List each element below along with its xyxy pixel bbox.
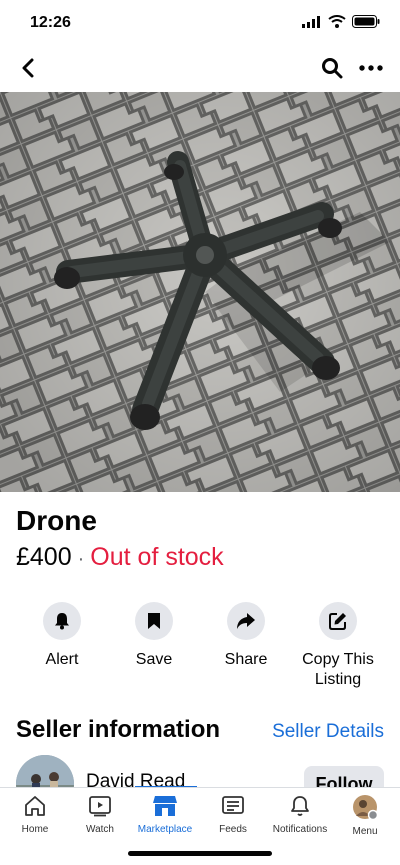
status-time: 12:26 [30,14,71,31]
chevron-left-icon [22,58,34,78]
save-button[interactable]: Save [108,602,200,690]
tab-watch-label: Watch [86,824,114,835]
tab-menu[interactable]: Menu [330,794,400,837]
home-icon [25,796,45,816]
tab-home[interactable]: Home [0,794,70,835]
shop-icon [153,796,177,816]
tab-notifications-label: Notifications [272,824,328,835]
tab-marketplace[interactable]: Marketplace [130,794,200,835]
share-circle[interactable] [227,602,265,640]
top-nav [0,48,400,90]
alert-button[interactable]: Alert [16,602,108,690]
listing-title: Drone [16,505,97,536]
listing-actions: Alert Save Share Copy This Listing [0,602,400,690]
battery-icon [352,15,380,28]
tab-menu-label: Menu [352,826,378,837]
share-label: Share [224,651,268,668]
bell-icon [291,796,309,816]
wifi-icon [328,15,346,28]
seller-info-heading: Seller information [16,716,221,743]
tab-home-label: Home [21,824,49,835]
save-circle[interactable] [135,602,173,640]
copy-listing-button[interactable]: Copy This Listing [292,602,384,690]
alert-label: Alert [45,651,79,668]
alert-circle[interactable] [43,602,81,640]
status-bar: 12:26 [0,0,400,48]
signal-icon [302,15,320,28]
copy-listing-circle[interactable] [319,602,357,640]
tab-feeds[interactable]: Feeds [198,794,268,835]
home-indicator[interactable] [128,851,272,856]
listing-price: £400 [16,543,72,571]
back-button[interactable] [14,54,42,82]
bell-icon [55,613,69,630]
more-dots-icon [359,65,383,71]
save-label: Save [135,651,173,668]
price-separator: · [77,548,85,570]
video-icon [89,796,111,817]
edit-square-icon [329,613,346,630]
chair-base-image [0,92,400,492]
listing-photo[interactable] [0,92,400,492]
tab-watch[interactable]: Watch [65,794,135,835]
price-line: £400 · Out of stock [16,543,224,572]
share-arrow-icon [237,613,255,629]
copy-listing-label: Copy This Listing [302,651,374,688]
share-button[interactable]: Share [200,602,292,690]
tab-notifications[interactable]: Notifications [265,794,335,835]
tab-feeds-label: Feeds [219,824,247,835]
tab-marketplace-label: Marketplace [137,824,193,835]
more-options-button[interactable] [356,54,386,82]
feeds-icon [222,796,244,814]
search-button[interactable] [318,54,346,82]
seller-details-link[interactable]: Seller Details [272,721,384,743]
status-icons [302,15,380,28]
bookmark-icon [148,613,160,629]
search-icon [322,58,343,79]
avatar-icon [353,795,378,820]
availability-status: Out of stock [90,543,224,571]
